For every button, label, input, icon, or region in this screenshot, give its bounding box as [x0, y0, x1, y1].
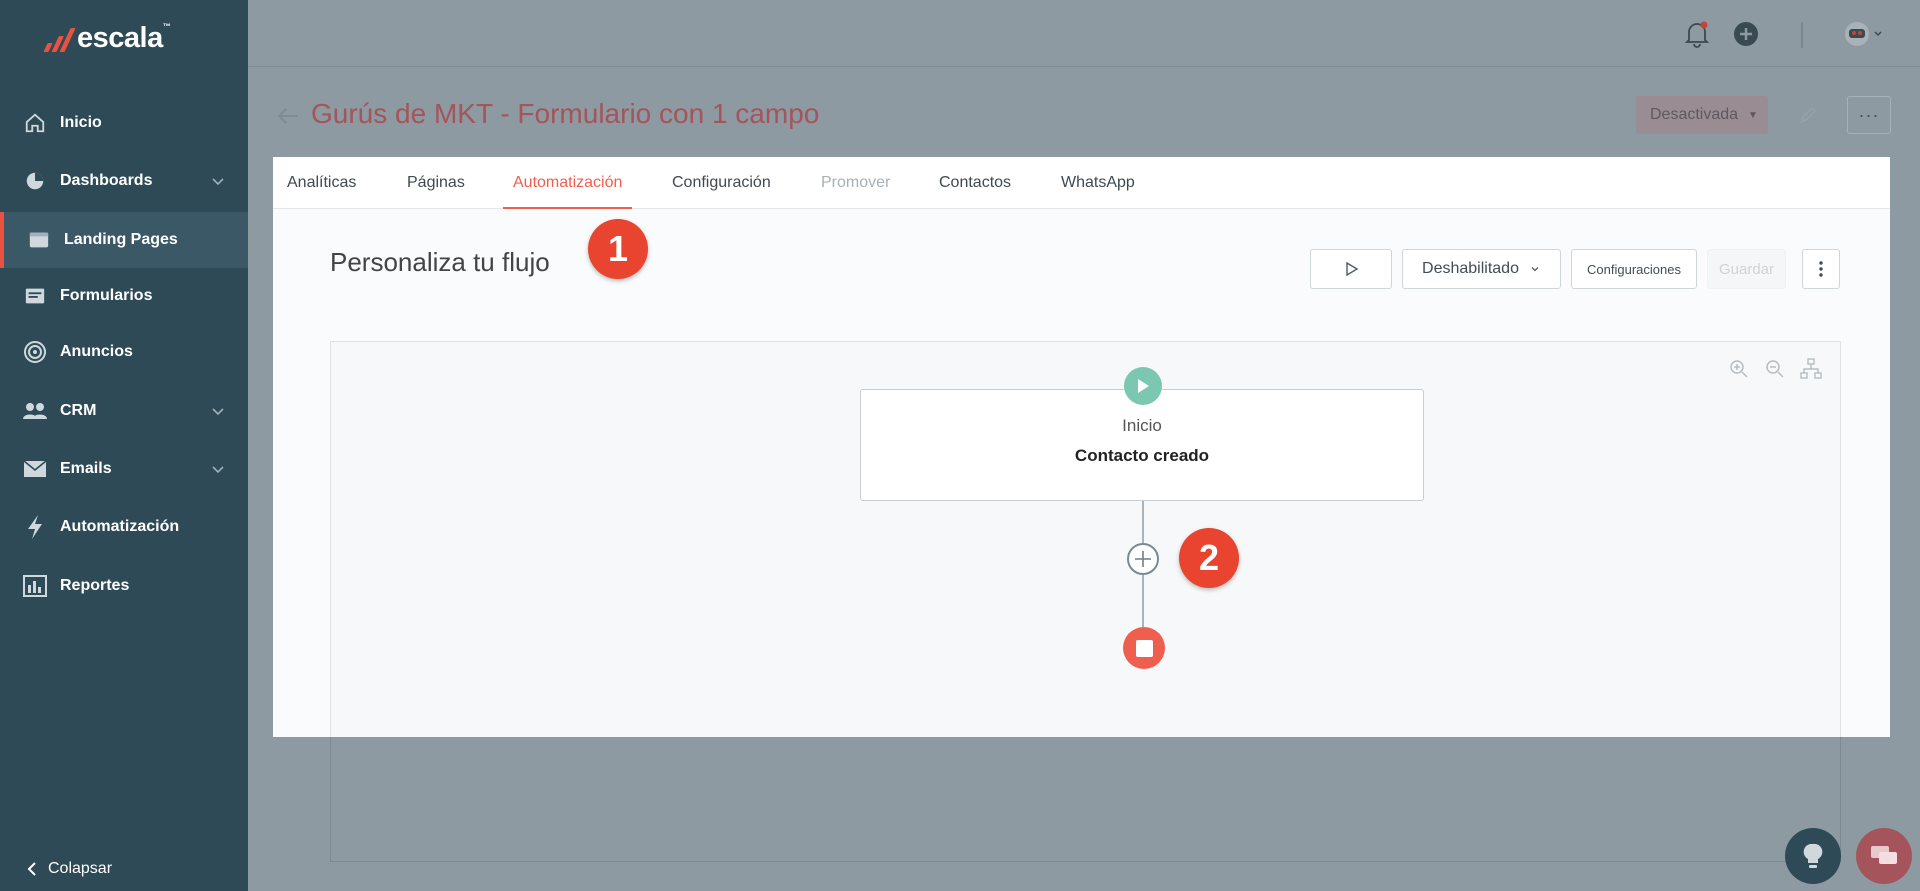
zoom-out-icon[interactable]: [1764, 358, 1786, 380]
tab-promover[interactable]: Promover: [821, 157, 890, 209]
sidebar: escala™ Inicio Dashboards Landing Pages: [0, 0, 248, 891]
sidebar-item-landing-pages[interactable]: Landing Pages: [0, 212, 248, 268]
flow-connector: [1142, 575, 1144, 627]
plus-icon: [1135, 551, 1151, 567]
tab-whatsapp[interactable]: WhatsApp: [1061, 157, 1135, 209]
sidebar-item-label: Emails: [60, 460, 112, 477]
logo-text: escala™: [77, 21, 171, 54]
auto-layout-icon[interactable]: [1800, 358, 1822, 380]
tab-automatizacion[interactable]: Automatización: [502, 157, 633, 209]
step-badge-1: 1: [588, 219, 648, 279]
more-options-button[interactable]: ···: [1847, 96, 1891, 134]
sidebar-item-label: Automatización: [60, 518, 180, 535]
chat-bubbles-icon: [1871, 846, 1897, 864]
sidebar-item-label: Inicio: [60, 114, 102, 131]
status-label: Desactivada: [1650, 106, 1739, 123]
browser-window-icon: [26, 227, 52, 253]
sidebar-item-label: Reportes: [60, 577, 130, 594]
flow-canvas[interactable]: Inicio Contacto creado 2: [330, 341, 1841, 737]
people-icon: [22, 398, 48, 424]
test-flow-button[interactable]: [1310, 249, 1392, 289]
sidebar-item-label: CRM: [60, 402, 97, 419]
sidebar-item-label: Formularios: [60, 287, 153, 304]
tab-configuracion[interactable]: Configuración: [672, 157, 771, 209]
sidebar-item-inicio[interactable]: Inicio: [0, 95, 248, 151]
logo-mark-icon: [43, 24, 77, 52]
top-bar: [248, 0, 1920, 67]
chevron-left-icon: [27, 862, 36, 876]
automation-panel: Analíticas Páginas Automatización Config…: [273, 157, 1890, 737]
form-icon: [22, 283, 48, 309]
flow-connector: [1142, 501, 1144, 543]
flow-status-label: Deshabilitado: [1422, 260, 1519, 277]
flow-node-start[interactable]: Inicio Contacto creado: [860, 389, 1424, 501]
canvas-overlay-region: [330, 737, 1841, 862]
plus-circle-icon[interactable]: [1732, 20, 1760, 48]
bell-icon[interactable]: [1683, 20, 1711, 48]
tab-paginas[interactable]: Páginas: [407, 157, 465, 209]
more-horizontal-icon: ···: [1858, 104, 1880, 125]
sidebar-item-reportes[interactable]: Reportes: [0, 558, 248, 614]
avatar-robot-icon[interactable]: [1843, 20, 1887, 48]
collapse-label: Colapsar: [48, 860, 113, 877]
chevron-down-icon: [212, 178, 224, 186]
tips-lightbulb-button[interactable]: [1785, 828, 1841, 884]
sidebar-item-label: Anuncios: [60, 343, 133, 360]
status-dropdown-button[interactable]: Desactivada ▼: [1636, 96, 1768, 134]
tab-contactos[interactable]: Contactos: [939, 157, 1011, 209]
topbar-divider: [1801, 22, 1803, 48]
node-name-label: Contacto creado: [1074, 446, 1210, 465]
back-arrow-icon[interactable]: [274, 102, 302, 130]
escala-logo[interactable]: escala™: [43, 20, 171, 56]
pencil-icon: [1799, 106, 1817, 124]
caret-down-icon: ▼: [1748, 109, 1758, 121]
configuraciones-button[interactable]: Configuraciones: [1571, 249, 1697, 289]
home-icon: [22, 110, 48, 136]
sidebar-item-emails[interactable]: Emails: [0, 441, 248, 497]
envelope-icon: [22, 456, 48, 482]
chevron-down-icon: [212, 466, 224, 474]
tab-analiticas[interactable]: Analíticas: [287, 157, 356, 209]
page-title: Gurús de MKT - Formulario con 1 campo: [311, 98, 820, 129]
step-badge-2: 2: [1179, 528, 1239, 588]
start-play-icon: [1124, 367, 1162, 405]
guardar-button[interactable]: Guardar: [1707, 249, 1786, 289]
flow-title: Personaliza tu flujo: [330, 247, 550, 277]
lightbulb-icon: [1803, 843, 1823, 868]
lightning-icon: [22, 514, 48, 540]
flow-more-button[interactable]: [1802, 249, 1840, 289]
node-type-label: Inicio: [1122, 416, 1162, 435]
chevron-down-icon: [1531, 267, 1539, 272]
sidebar-item-dashboards[interactable]: Dashboards: [0, 153, 248, 209]
sidebar-item-formularios[interactable]: Formularios: [0, 268, 248, 324]
canvas-toolbar: [1728, 358, 1822, 380]
flow-status-select[interactable]: Deshabilitado: [1402, 249, 1561, 289]
play-outline-icon: [1346, 261, 1359, 277]
sidebar-item-automatizacion[interactable]: Automatización: [0, 499, 248, 555]
edit-pencil-button[interactable]: [1786, 96, 1830, 134]
sidebar-item-label: Dashboards: [60, 172, 153, 189]
collapse-sidebar-button[interactable]: Colapsar: [26, 860, 112, 878]
target-icon: [22, 339, 48, 365]
sidebar-item-label: Landing Pages: [64, 231, 178, 248]
chevron-down-icon: [212, 408, 224, 416]
chat-support-button[interactable]: [1856, 828, 1912, 884]
add-step-button[interactable]: [1127, 543, 1159, 575]
pie-chart-icon: [22, 168, 48, 194]
sidebar-item-crm[interactable]: CRM: [0, 383, 248, 439]
more-vertical-icon: [1819, 261, 1823, 277]
end-flow-stop-icon[interactable]: [1123, 627, 1165, 669]
report-icon: [22, 573, 48, 599]
tab-bar: Analíticas Páginas Automatización Config…: [273, 157, 1890, 209]
sidebar-item-anuncios[interactable]: Anuncios: [0, 324, 248, 380]
zoom-in-icon[interactable]: [1728, 358, 1750, 380]
